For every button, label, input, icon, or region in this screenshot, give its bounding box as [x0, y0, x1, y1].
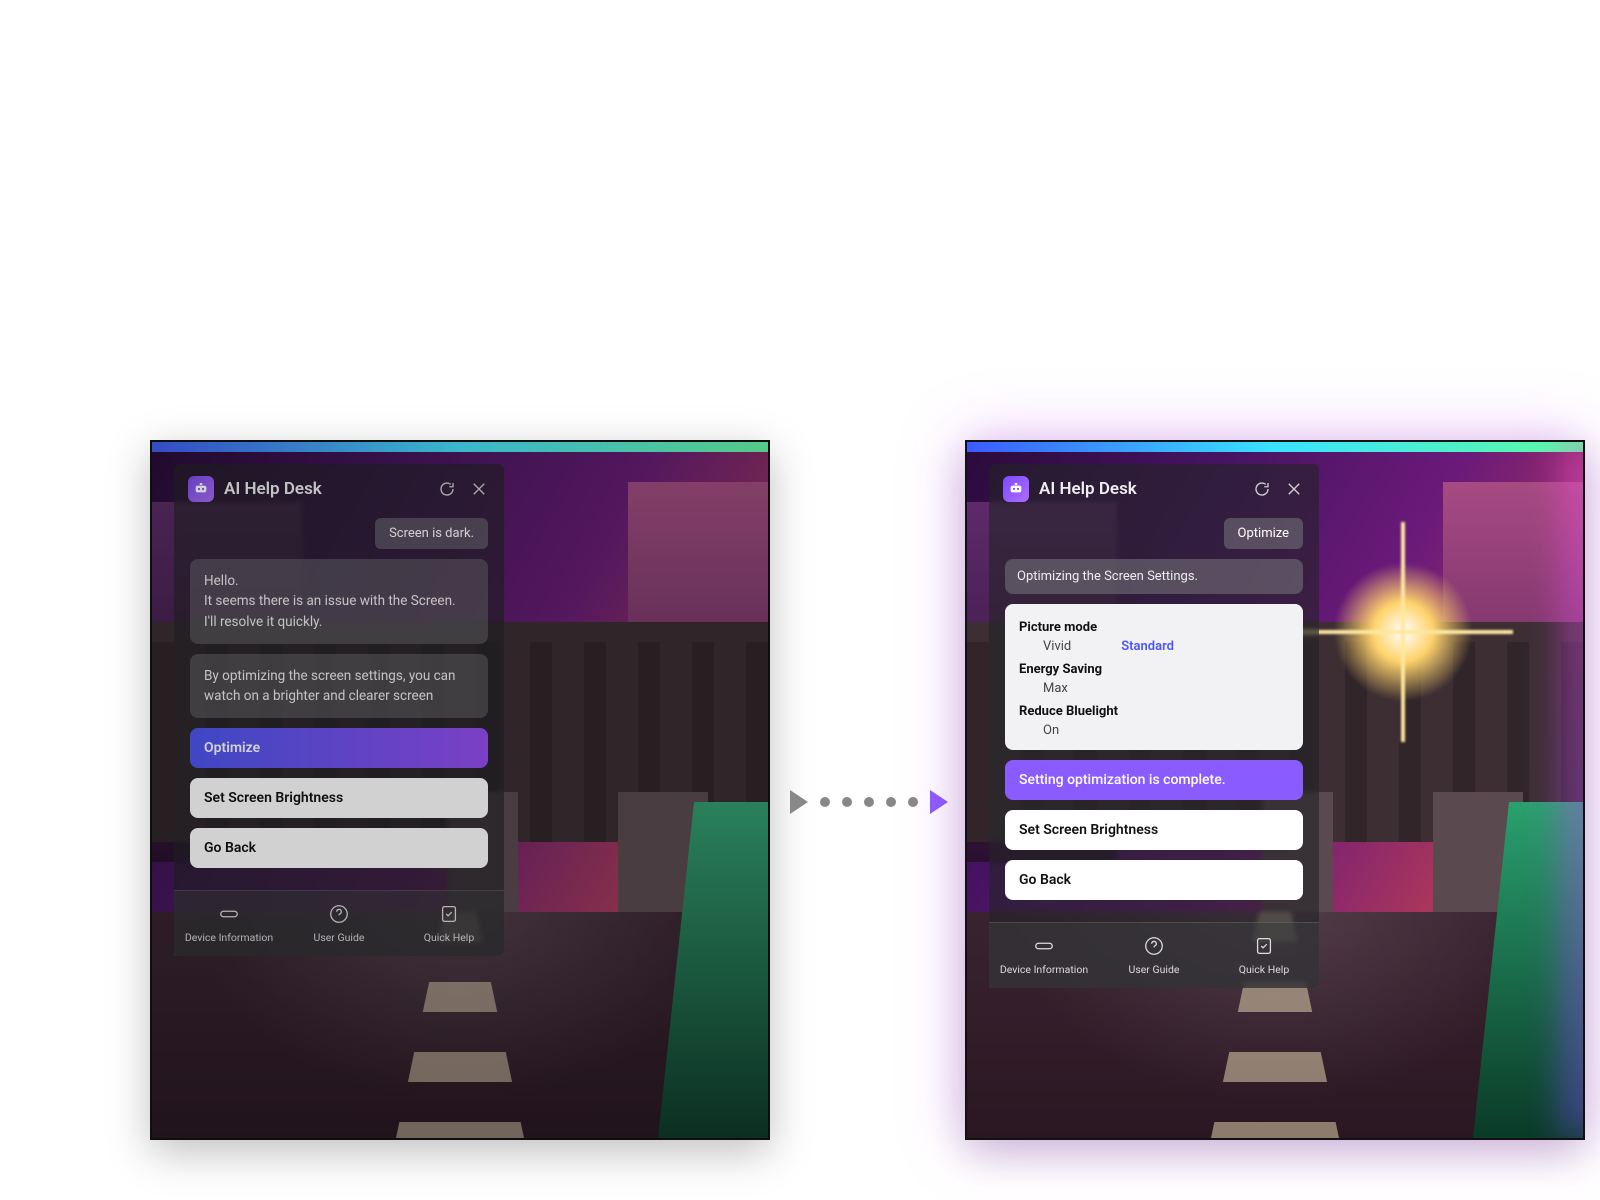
reduce-bluelight-label: Reduce Bluelight — [1019, 704, 1118, 719]
quick-help-tab[interactable]: Quick Help — [1209, 923, 1319, 988]
close-icon[interactable] — [1283, 478, 1305, 500]
device-information-tab[interactable]: Device Information — [989, 923, 1099, 988]
user-message: Optimize — [1224, 518, 1303, 549]
tv-before: Before AI Help Desk — [150, 440, 770, 1140]
user-guide-tab[interactable]: User Guide — [1099, 923, 1209, 988]
reduce-bluelight-old: On — [1043, 723, 1059, 738]
device-information-label: Device Information — [1000, 963, 1088, 976]
user-guide-label: User Guide — [314, 931, 365, 944]
close-icon[interactable] — [468, 478, 490, 500]
panel-toolbar: Device Information User Guide Quick Help — [989, 922, 1319, 988]
quick-help-label: Quick Help — [424, 931, 475, 944]
go-back-button[interactable]: Go Back — [1005, 860, 1303, 900]
device-information-tab[interactable]: Device Information — [174, 891, 284, 956]
picture-mode-old: Vivid — [1043, 639, 1071, 654]
ai-help-desk-panel: AI Help Desk Optimize Optimizing the Scr… — [989, 464, 1319, 988]
energy-saving-label: Energy Saving — [1019, 662, 1102, 677]
user-guide-label: User Guide — [1129, 963, 1180, 976]
settings-card: Picture mode Vivid Standard Energy Savin… — [1005, 604, 1303, 750]
user-guide-tab[interactable]: User Guide — [284, 891, 394, 956]
transition-arrow — [790, 790, 948, 814]
arrow-end-icon — [930, 790, 948, 814]
quick-help-tab[interactable]: Quick Help — [394, 891, 504, 956]
go-back-button[interactable]: Go Back — [190, 828, 488, 868]
optimizing-status: Optimizing the Screen Settings. — [1005, 559, 1303, 594]
set-brightness-button[interactable]: Set Screen Brightness — [190, 778, 488, 818]
arrow-start-icon — [790, 790, 808, 814]
device-information-label: Device Information — [185, 931, 273, 944]
ai-help-desk-panel: AI Help Desk Screen is dark. Hello. It s… — [174, 464, 504, 956]
assistant-bubble-2: By optimizing the screen settings, you c… — [190, 654, 488, 719]
energy-saving-old: Max — [1043, 681, 1068, 696]
tv-after: After AI Help Desk O — [965, 440, 1585, 1140]
user-message: Screen is dark. — [375, 518, 488, 549]
quick-help-label: Quick Help — [1239, 963, 1290, 976]
set-brightness-button[interactable]: Set Screen Brightness — [1005, 810, 1303, 850]
optimization-complete-banner: Setting optimization is complete. — [1005, 760, 1303, 800]
panel-toolbar: Device Information User Guide Quick Help — [174, 890, 504, 956]
assistant-bubble-1: Hello. It seems there is an issue with t… — [190, 559, 488, 644]
optimize-button[interactable]: Optimize — [190, 728, 488, 768]
picture-mode-label: Picture mode — [1019, 620, 1097, 635]
ai-robot-icon — [1003, 476, 1029, 502]
refresh-icon[interactable] — [436, 478, 458, 500]
picture-mode-new: Standard — [1121, 639, 1174, 654]
panel-title: AI Help Desk — [224, 479, 426, 499]
refresh-icon[interactable] — [1251, 478, 1273, 500]
panel-title: AI Help Desk — [1039, 479, 1241, 499]
ai-robot-icon — [188, 476, 214, 502]
